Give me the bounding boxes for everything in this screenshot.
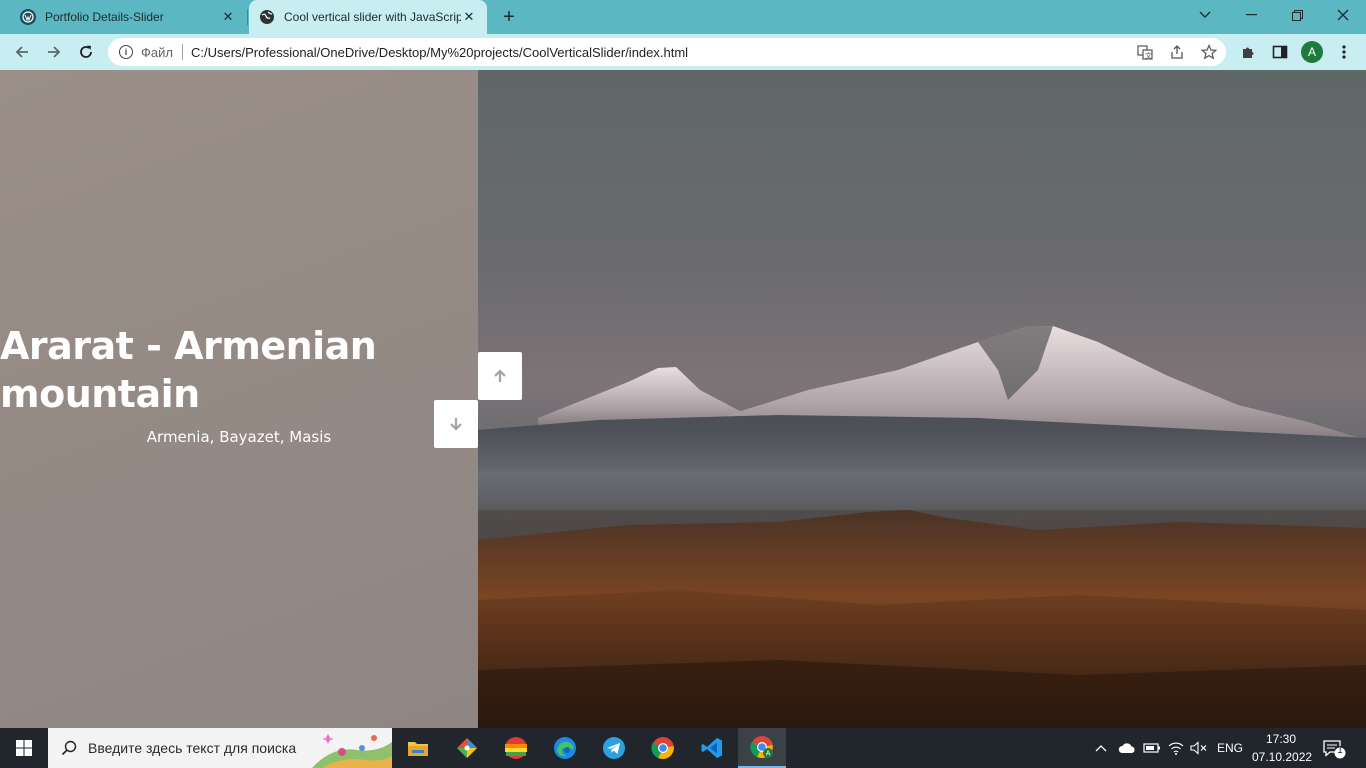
url-text[interactable]: C:/Users/Professional/OneDrive/Desktop/M…	[191, 45, 688, 60]
chrome-profile-icon[interactable]: A	[738, 728, 786, 768]
svg-text:A: A	[766, 751, 771, 758]
page-viewport: Ararat - Armenian mountain Armenia, Baya…	[0, 70, 1366, 728]
language-indicator[interactable]: ENG	[1217, 728, 1243, 768]
tab-title: Portfolio Details-Slider	[45, 10, 164, 24]
minimize-button[interactable]	[1228, 0, 1274, 30]
chrome-icon[interactable]	[639, 728, 687, 768]
svg-text:文: 文	[1145, 51, 1152, 60]
notifications-icon[interactable]: 1	[1322, 728, 1346, 768]
profile-avatar[interactable]: A	[1298, 38, 1326, 66]
clock-time: 17:30	[1265, 732, 1297, 746]
onedrive-icon[interactable]	[1118, 728, 1136, 768]
browser-toolbar: i Файл C:/Users/Professional/OneDrive/De…	[0, 34, 1366, 70]
bookmark-star-icon[interactable]	[1200, 43, 1218, 61]
search-placeholder: Введите здесь текст для поиска	[88, 740, 297, 756]
info-icon[interactable]: i	[119, 45, 133, 59]
battery-icon[interactable]	[1143, 728, 1161, 768]
side-panel-icon[interactable]	[1266, 38, 1294, 66]
app-icon[interactable]	[492, 728, 540, 768]
clock[interactable]: 17:30 07.10.2022	[1252, 730, 1313, 766]
git-icon[interactable]	[443, 728, 491, 768]
tab-slider[interactable]: Cool vertical slider with JavaScript ✕	[249, 0, 487, 34]
tab-search-button[interactable]	[1182, 0, 1228, 30]
search-highlight-illustration	[312, 734, 392, 768]
notification-count: 1	[1337, 745, 1343, 756]
slide-down-button[interactable]	[434, 400, 478, 448]
reload-button[interactable]	[72, 38, 100, 66]
security-label: Файл	[141, 44, 173, 60]
edge-icon[interactable]	[541, 728, 589, 768]
file-explorer-icon[interactable]	[394, 728, 442, 768]
clock-date: 07.10.2022	[1252, 750, 1313, 764]
wordpress-icon	[20, 9, 36, 25]
slide-image	[478, 70, 1366, 728]
forward-button[interactable]	[40, 38, 68, 66]
globe-icon	[259, 9, 275, 25]
search-icon	[60, 739, 78, 757]
slide-subtitle: Armenia, Bayazet, Masis	[146, 428, 332, 446]
avatar: A	[1301, 41, 1323, 63]
extensions-icon[interactable]	[1234, 38, 1262, 66]
close-icon[interactable]: ✕	[220, 9, 236, 25]
restore-button[interactable]	[1274, 0, 1320, 30]
arrow-up-icon	[494, 369, 506, 382]
divider	[181, 44, 183, 60]
show-hidden-icons[interactable]	[1094, 728, 1108, 768]
volume-muted-icon[interactable]	[1190, 728, 1208, 768]
share-icon[interactable]	[1168, 43, 1186, 61]
slide-text-panel: Ararat - Armenian mountain Armenia, Baya…	[0, 70, 478, 728]
address-bar[interactable]: i Файл C:/Users/Professional/OneDrive/De…	[108, 38, 1226, 66]
back-button[interactable]	[8, 38, 36, 66]
vscode-icon[interactable]	[688, 728, 736, 768]
slide-title: Ararat - Armenian mountain	[0, 324, 377, 416]
new-tab-button[interactable]: +	[498, 6, 520, 28]
windows-start-icon[interactable]	[0, 728, 48, 768]
tab-bar: Portfolio Details-Slider ✕ Cool vertical…	[0, 0, 1366, 34]
menu-icon[interactable]	[1330, 38, 1358, 66]
slide-up-button[interactable]	[478, 352, 522, 400]
tab-title: Cool vertical slider with JavaScript	[284, 10, 461, 24]
wifi-icon[interactable]	[1168, 728, 1184, 768]
mountain-landscape	[478, 326, 1366, 728]
tab-portfolio[interactable]: Portfolio Details-Slider ✕	[10, 0, 246, 34]
windows-taskbar: Введите здесь текст для поиска A ENG 17:…	[0, 728, 1366, 768]
tab-separator	[247, 9, 248, 25]
translate-icon[interactable]: 文	[1136, 43, 1154, 61]
arrow-down-icon	[450, 418, 462, 431]
close-icon[interactable]: ✕	[461, 9, 477, 25]
telegram-icon[interactable]	[590, 728, 638, 768]
close-window-button[interactable]	[1320, 0, 1366, 30]
taskbar-search-box[interactable]: Введите здесь текст для поиска	[48, 728, 392, 768]
